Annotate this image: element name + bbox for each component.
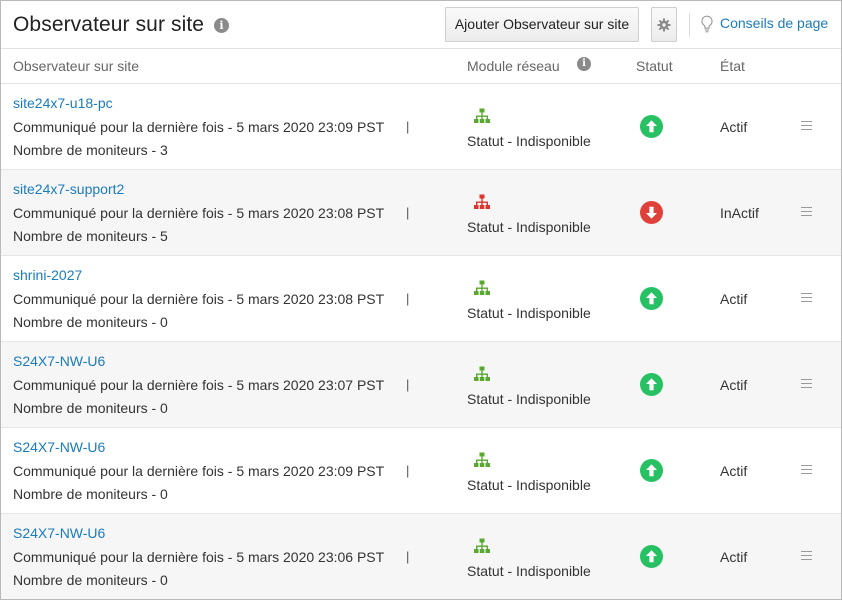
separator: |	[406, 291, 410, 306]
status-down-icon	[640, 201, 663, 224]
gear-icon	[657, 18, 671, 32]
status-up-icon	[640, 373, 663, 396]
page-header: Observateur sur site i Ajouter Observate…	[1, 1, 841, 49]
state-text: Actif	[720, 549, 748, 565]
network-ok-icon	[474, 108, 490, 123]
separator: |	[406, 549, 410, 564]
menu-icon[interactable]	[801, 293, 812, 305]
monitor-count-text: Nombre de moniteurs - 5	[13, 228, 168, 244]
column-observer[interactable]: Observateur sur site	[13, 58, 139, 74]
last-communicated-text: Communiqué pour la dernière fois - 5 mar…	[13, 377, 385, 393]
column-status[interactable]: Statut	[636, 58, 673, 74]
last-communicated-text: Communiqué pour la dernière fois - 5 mar…	[13, 205, 385, 221]
network-status-text: Statut - Indisponible	[467, 477, 591, 493]
info-icon[interactable]: i	[214, 18, 229, 33]
network-ok-icon	[474, 280, 490, 295]
status-up-icon	[640, 459, 663, 482]
app-frame: Observateur sur site i Ajouter Observate…	[0, 0, 842, 600]
table-row: shrini-2027 Communiqué pour la dernière f…	[1, 256, 841, 342]
observer-name-link[interactable]: S24X7-NW-U6	[13, 353, 105, 369]
network-status-text: Statut - Indisponible	[467, 219, 591, 235]
observer-table: site24x7-u18-pc Communiqué pour la derniè…	[1, 84, 841, 599]
last-communicated-text: Communiqué pour la dernière fois - 5 mar…	[13, 549, 385, 565]
page-title: Observateur sur site	[13, 13, 205, 36]
network-ok-icon	[474, 452, 490, 467]
monitor-count-text: Nombre de moniteurs - 0	[13, 486, 168, 502]
separator: |	[406, 377, 410, 392]
last-communicated-text: Communiqué pour la dernière fois - 5 mar…	[13, 463, 385, 479]
status-up-icon	[640, 115, 663, 138]
network-status-text: Statut - Indisponible	[467, 305, 591, 321]
state-text: Actif	[720, 377, 748, 393]
table-row: site24x7-u18-pc Communiqué pour la derniè…	[1, 84, 841, 170]
separator: |	[406, 205, 410, 220]
state-text: Actif	[720, 463, 748, 479]
observer-name-link[interactable]: S24X7-NW-U6	[13, 439, 105, 455]
monitor-count-text: Nombre de moniteurs - 0	[13, 314, 168, 330]
monitor-count-text: Nombre de moniteurs - 3	[13, 142, 168, 158]
add-observer-button[interactable]: Ajouter Observateur sur site	[445, 7, 639, 42]
column-state[interactable]: État	[720, 58, 745, 74]
monitor-count-text: Nombre de moniteurs - 0	[13, 400, 168, 416]
table-row: S24X7-NW-U6 Communiqué pour la dernière f…	[1, 428, 841, 514]
menu-icon[interactable]	[801, 379, 812, 391]
menu-icon[interactable]	[801, 465, 812, 477]
state-text: Actif	[720, 119, 748, 135]
observer-name-link[interactable]: site24x7-support2	[13, 181, 124, 197]
network-status-text: Statut - Indisponible	[467, 563, 591, 579]
table-row: site24x7-support2 Communiqué pour la dern…	[1, 170, 841, 256]
table-header: Observateur sur site Module réseau Statu…	[1, 50, 841, 84]
menu-icon[interactable]	[801, 121, 812, 133]
network-status-text: Statut - Indisponible	[467, 391, 591, 407]
network-ok-icon	[474, 366, 490, 381]
monitor-count-text: Nombre de moniteurs - 0	[13, 572, 168, 588]
status-up-icon	[640, 545, 663, 568]
network-down-icon	[474, 194, 490, 209]
column-network-module[interactable]: Module réseau	[467, 58, 560, 74]
observer-name-link[interactable]: shrini-2027	[13, 267, 82, 283]
info-icon[interactable]: i	[577, 57, 591, 71]
lightbulb-icon	[701, 15, 713, 33]
network-ok-icon	[474, 538, 490, 553]
menu-icon[interactable]	[801, 207, 812, 219]
settings-button[interactable]	[651, 7, 677, 42]
separator: |	[406, 463, 410, 478]
last-communicated-text: Communiqué pour la dernière fois - 5 mar…	[13, 119, 385, 135]
table-row: S24X7-NW-U6 Communiqué pour la dernière f…	[1, 342, 841, 428]
table-row: S24X7-NW-U6 Communiqué pour la dernière f…	[1, 514, 841, 599]
last-communicated-text: Communiqué pour la dernière fois - 5 mar…	[13, 291, 385, 307]
network-status-text: Statut - Indisponible	[467, 133, 591, 149]
menu-icon[interactable]	[801, 551, 812, 563]
observer-name-link[interactable]: S24X7-NW-U6	[13, 525, 105, 541]
status-up-icon	[640, 287, 663, 310]
state-text: InActif	[720, 205, 759, 221]
state-text: Actif	[720, 291, 748, 307]
observer-name-link[interactable]: site24x7-u18-pc	[13, 95, 113, 111]
page-tips-link[interactable]: Conseils de page	[720, 15, 828, 31]
header-divider	[689, 13, 690, 37]
separator: |	[406, 119, 410, 134]
